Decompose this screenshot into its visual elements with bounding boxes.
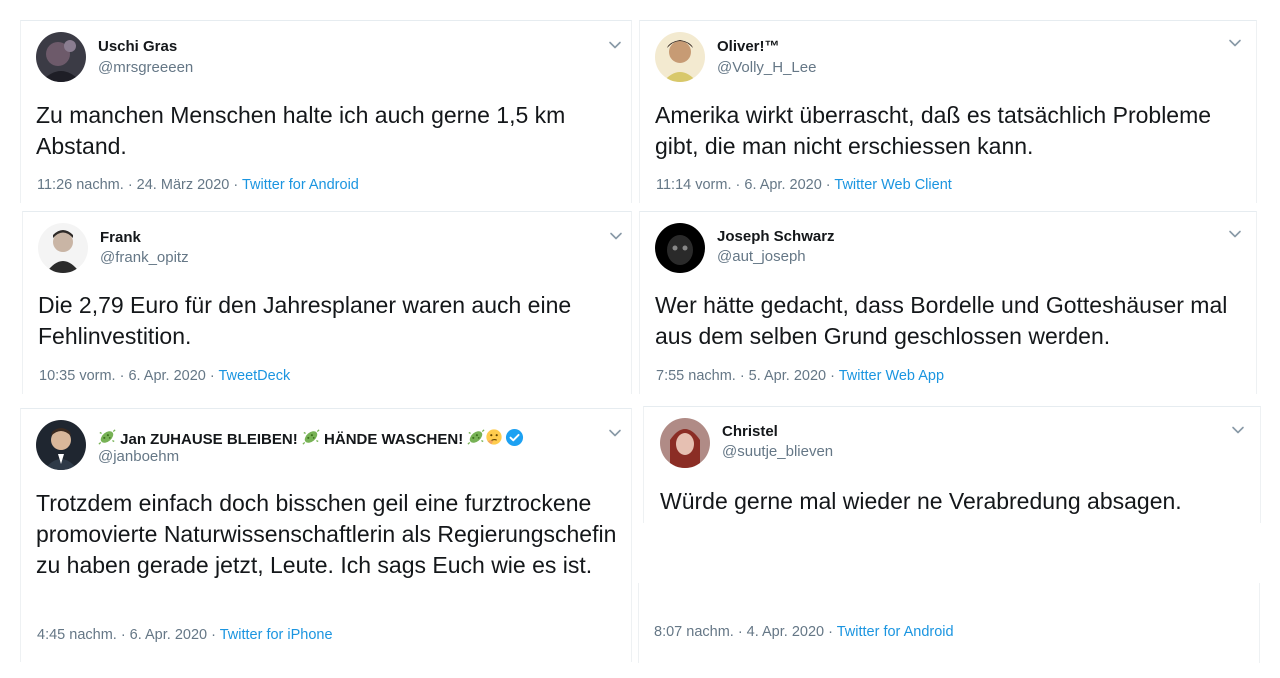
user-handle[interactable]: @aut_joseph xyxy=(717,248,806,265)
tweet-source-link[interactable]: TweetDeck xyxy=(218,368,290,384)
display-name[interactable]: Frank xyxy=(100,229,141,246)
tweet-text: Würde gerne mal wieder ne Verabredung ab… xyxy=(660,488,1182,514)
tweet-meta: 8:07 nachm. · 4. Apr. 2020 · Twitter for… xyxy=(654,624,954,640)
tweet-text: Trotzdem einfach doch bisschen geil eine… xyxy=(36,490,617,578)
tweet-timestamp[interactable]: 7:55 nachm. · 5. Apr. 2020 · xyxy=(656,368,839,384)
user-handle[interactable]: @janboehm xyxy=(98,448,179,465)
chevron-down-icon[interactable] xyxy=(607,425,623,441)
user-handle[interactable]: @frank_opitz xyxy=(100,249,189,266)
tweet-timestamp[interactable]: 11:14 vorm. · 6. Apr. 2020 · xyxy=(656,177,834,193)
avatar[interactable] xyxy=(36,420,86,470)
tweet-card[interactable]: Oliver!™ @Volly_H_Lee Amerika wirkt über… xyxy=(639,20,1257,203)
avatar[interactable] xyxy=(655,32,705,82)
thinking-face-emoji-icon xyxy=(486,429,503,445)
tweet-text: Die 2,79 Euro für den Jahresplaner waren… xyxy=(38,292,572,349)
tweet-timestamp[interactable]: 8:07 nachm. · 4. Apr. 2020 · xyxy=(654,624,837,640)
microbe-emoji-icon xyxy=(98,428,116,446)
tweet-source-link[interactable]: Twitter Web App xyxy=(839,368,944,384)
tweet-text: Zu manchen Menschen halte ich auch gerne… xyxy=(36,102,566,159)
display-name[interactable]: Oliver!™ xyxy=(717,38,780,55)
user-handle[interactable]: @mrsgreeeen xyxy=(98,59,193,76)
tweet-timestamp[interactable]: 11:26 nachm. · 24. März 2020 · xyxy=(37,177,242,193)
tweet-source-link[interactable]: Twitter for iPhone xyxy=(220,627,333,643)
tweet-card[interactable]: Uschi Gras @mrsgreeeen Zu manchen Mensch… xyxy=(20,20,632,203)
tweet-card[interactable]: Frank @frank_opitz Die 2,79 Euro für den… xyxy=(22,211,632,394)
display-name[interactable]: Joseph Schwarz xyxy=(717,228,835,245)
tweet-timestamp[interactable]: 4:45 nachm. · 6. Apr. 2020 · xyxy=(37,627,220,643)
tweet-source-link[interactable]: Twitter for Android xyxy=(837,624,954,640)
avatar[interactable] xyxy=(36,32,86,82)
chevron-down-icon[interactable] xyxy=(607,37,623,53)
tweet-source-link[interactable]: Twitter Web Client xyxy=(834,177,951,193)
avatar[interactable] xyxy=(660,418,710,468)
tweet-timestamp[interactable]: 10:35 vorm. · 6. Apr. 2020 · xyxy=(39,368,218,384)
tweet-card[interactable]: Joseph Schwarz @aut_joseph Wer hätte ged… xyxy=(639,211,1257,394)
tweet-source-link[interactable]: Twitter for Android xyxy=(242,177,359,193)
tweet-meta: 7:55 nachm. · 5. Apr. 2020 · Twitter Web… xyxy=(656,368,944,384)
avatar[interactable] xyxy=(655,223,705,273)
tweet-card[interactable]: Christel @suutje_blieven Würde gerne mal… xyxy=(643,406,1261,523)
tweet-meta: 4:45 nachm. · 6. Apr. 2020 · Twitter for… xyxy=(37,627,333,643)
chevron-down-icon[interactable] xyxy=(1230,422,1246,438)
display-name-part: HÄNDE WASCHEN! xyxy=(319,431,468,448)
tweet-meta: 10:35 vorm. · 6. Apr. 2020 · TweetDeck xyxy=(39,368,290,384)
display-name[interactable]: Jan ZUHAUSE BLEIBEN! HÄNDE WASCHEN! xyxy=(98,428,524,448)
chevron-down-icon[interactable] xyxy=(1227,35,1243,51)
display-name[interactable]: Christel xyxy=(722,423,778,440)
tweet-text: Amerika wirkt überrascht, daß es tatsäch… xyxy=(655,102,1212,159)
microbe-emoji-icon xyxy=(302,428,320,446)
tweet-meta: 11:26 nachm. · 24. März 2020 · Twitter f… xyxy=(37,177,359,193)
user-handle[interactable]: @suutje_blieven xyxy=(722,443,833,460)
user-handle[interactable]: @Volly_H_Lee xyxy=(717,59,816,76)
tweet-text: Wer hätte gedacht, dass Bordelle und Got… xyxy=(655,292,1228,349)
display-name-part: Jan ZUHAUSE BLEIBEN! xyxy=(116,431,302,448)
verified-badge-icon xyxy=(506,428,524,447)
tweet-meta: 11:14 vorm. · 6. Apr. 2020 · Twitter Web… xyxy=(656,177,952,193)
display-name[interactable]: Uschi Gras xyxy=(98,38,177,55)
tweet-card-footer: 8:07 nachm. · 4. Apr. 2020 · Twitter for… xyxy=(638,583,1260,663)
chevron-down-icon[interactable] xyxy=(1227,226,1243,242)
microbe-emoji-icon xyxy=(467,428,485,446)
avatar[interactable] xyxy=(38,223,88,273)
tweet-card[interactable]: Jan ZUHAUSE BLEIBEN! HÄNDE WASCHEN! @jan… xyxy=(20,408,632,662)
chevron-down-icon[interactable] xyxy=(608,228,624,244)
